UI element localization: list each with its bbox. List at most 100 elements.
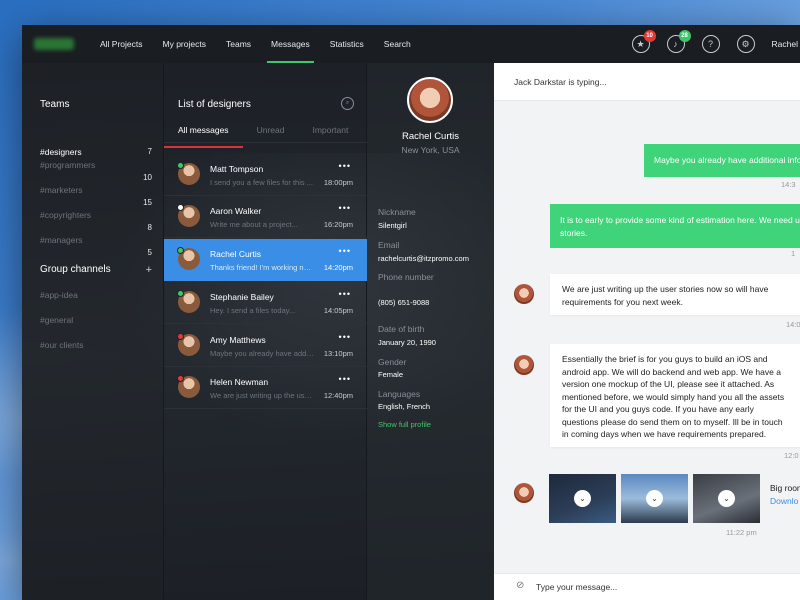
- top-navigation: All Projects My projects Teams Messages …: [22, 25, 800, 63]
- message-item[interactable]: Aaron Walker Write me about a project...…: [164, 196, 367, 238]
- nav-my-projects[interactable]: My projects: [153, 25, 216, 63]
- status-dot: [177, 247, 184, 254]
- add-channel-icon[interactable]: +: [146, 264, 152, 276]
- group-channels-title: Group channels: [40, 264, 111, 275]
- search-icon[interactable]: ⌕: [341, 97, 354, 110]
- profile-name: Rachel Curtis: [401, 131, 460, 142]
- chevron-down-icon[interactable]: ⌄: [646, 490, 663, 507]
- message-tabs: All messages Unread Important: [164, 123, 367, 148]
- status-dot: [177, 204, 184, 211]
- attachment-thumbnail[interactable]: ⌄: [693, 474, 760, 523]
- sender-name: Aaron Walker: [210, 206, 262, 216]
- settings-icon[interactable]: ⚙: [736, 35, 755, 53]
- message-time: 14:3: [781, 180, 796, 189]
- avatar: [177, 290, 200, 313]
- team-item-designers[interactable]: #designers 7: [40, 147, 152, 157]
- profile-location: New York, USA: [401, 145, 460, 155]
- team-item-marketers[interactable]: #marketers: [40, 185, 152, 195]
- field-label: Date of birth: [378, 324, 425, 334]
- attachment-thumbnail[interactable]: ⌄: [621, 474, 688, 523]
- message-input[interactable]: Type your message...: [536, 582, 617, 592]
- tab-all-messages[interactable]: All messages: [164, 123, 243, 148]
- more-icon[interactable]: •••: [339, 332, 351, 342]
- team-count: 15: [143, 198, 152, 207]
- team-item-programmers[interactable]: #programmers: [40, 160, 152, 170]
- channel-our-clients[interactable]: #our clients: [40, 340, 83, 350]
- team-name: #copyrighters: [40, 210, 92, 220]
- incoming-message: Essentially the brief is for you guys to…: [550, 344, 800, 447]
- more-icon[interactable]: •••: [339, 374, 351, 384]
- field-value: (805) 651-9088: [378, 298, 430, 307]
- message-preview: I send you a few files for this ...: [210, 178, 313, 187]
- message-time: 14:20pm: [323, 263, 353, 272]
- help-icon[interactable]: ?: [701, 35, 720, 53]
- sender-name: Amy Matthews: [210, 335, 266, 345]
- user-name[interactable]: Rachel: [772, 39, 798, 49]
- team-count: 8: [147, 223, 152, 232]
- avatar: [177, 333, 200, 356]
- channel-app-idea[interactable]: #app-idea: [40, 290, 78, 300]
- team-count: 10: [143, 173, 152, 182]
- status-dot: [177, 162, 184, 169]
- status-dot: [177, 375, 184, 382]
- teams-sidebar: Teams #designers 7 #programmers 10 #mark…: [22, 63, 164, 600]
- chevron-down-icon[interactable]: ⌄: [718, 490, 735, 507]
- nav-search[interactable]: Search: [374, 25, 421, 63]
- channel-general[interactable]: #general: [40, 315, 73, 325]
- paperclip-icon[interactable]: ⊘: [516, 580, 524, 591]
- more-icon[interactable]: •••: [339, 161, 351, 171]
- message-item-active[interactable]: Rachel Curtis Thanks friend! I'm working…: [164, 239, 367, 281]
- team-count-managers-row: 5: [40, 248, 152, 257]
- attachment-name: Big room: [770, 483, 800, 493]
- message-item[interactable]: Helen Newman We are just writing up the …: [164, 367, 367, 409]
- more-icon[interactable]: •••: [339, 246, 351, 256]
- message-time: 18:00pm: [323, 178, 353, 187]
- nav-actions: ★ 10 ♪ 28 ? ⚙ Rachel: [631, 25, 800, 63]
- bell-icon[interactable]: ♪ 28: [666, 30, 691, 53]
- tab-important[interactable]: Important: [298, 123, 362, 142]
- attachment-thumbnail[interactable]: ⌄: [549, 474, 616, 523]
- sender-avatar: [514, 284, 534, 304]
- group-channels-header: Group channels +: [40, 264, 152, 276]
- field-label: Phone number: [378, 272, 434, 282]
- more-icon[interactable]: •••: [339, 203, 351, 213]
- sender-name: Helen Newman: [210, 377, 269, 387]
- field-value: Silentgirl: [378, 221, 407, 230]
- status-dot: [177, 333, 184, 340]
- show-full-profile-link[interactable]: Show full profile: [378, 420, 431, 429]
- message-item[interactable]: Matt Tompson I send you a few files for …: [164, 154, 367, 196]
- field-label: Email: [378, 240, 400, 250]
- star-icon[interactable]: ★ 10: [631, 30, 656, 53]
- field-value: January 20, 1990: [378, 338, 436, 347]
- typing-indicator: Jack Darkstar is typing...: [514, 77, 607, 87]
- sender-avatar: [514, 483, 534, 503]
- designers-panel: List of designers ⌕ All messages Unread …: [164, 63, 367, 600]
- message-input-bar[interactable]: ⊘ Type your message...: [494, 573, 800, 600]
- message-time: 12:0: [784, 451, 799, 460]
- app-logo[interactable]: [34, 38, 74, 50]
- team-count-programmers-row: 10: [40, 173, 152, 182]
- message-time: 12:40pm: [323, 391, 353, 400]
- message-time: 16:20pm: [323, 220, 353, 229]
- message-item[interactable]: Stephanie Bailey Hey. I send a files tod…: [164, 282, 367, 324]
- incoming-message: We are just writing up the user stories …: [550, 274, 800, 315]
- tab-unread[interactable]: Unread: [243, 123, 299, 142]
- sender-name: Matt Tompson: [210, 164, 264, 174]
- nav-statistics[interactable]: Statistics: [320, 25, 374, 63]
- team-item-managers[interactable]: #managers: [40, 235, 152, 245]
- team-item-copyrighters[interactable]: #copyrighters: [40, 210, 152, 220]
- message-item[interactable]: Amy Matthews Maybe you already have addi…: [164, 325, 367, 367]
- more-icon[interactable]: •••: [339, 289, 351, 299]
- teams-title: Teams: [40, 99, 70, 110]
- nav-messages[interactable]: Messages: [261, 25, 320, 63]
- download-link[interactable]: Downlo: [770, 496, 798, 506]
- outgoing-message: Maybe you already have additional info: [644, 144, 800, 177]
- nav-all-projects[interactable]: All Projects: [90, 25, 153, 63]
- chevron-down-icon[interactable]: ⌄: [574, 490, 591, 507]
- team-count: 7: [147, 147, 152, 156]
- nav-teams[interactable]: Teams: [216, 25, 261, 63]
- message-line: stories.: [560, 228, 588, 238]
- chat-header: Jack Darkstar is typing...: [494, 63, 800, 101]
- message-time: 13:10pm: [323, 349, 353, 358]
- field-label: Nickname: [378, 207, 416, 217]
